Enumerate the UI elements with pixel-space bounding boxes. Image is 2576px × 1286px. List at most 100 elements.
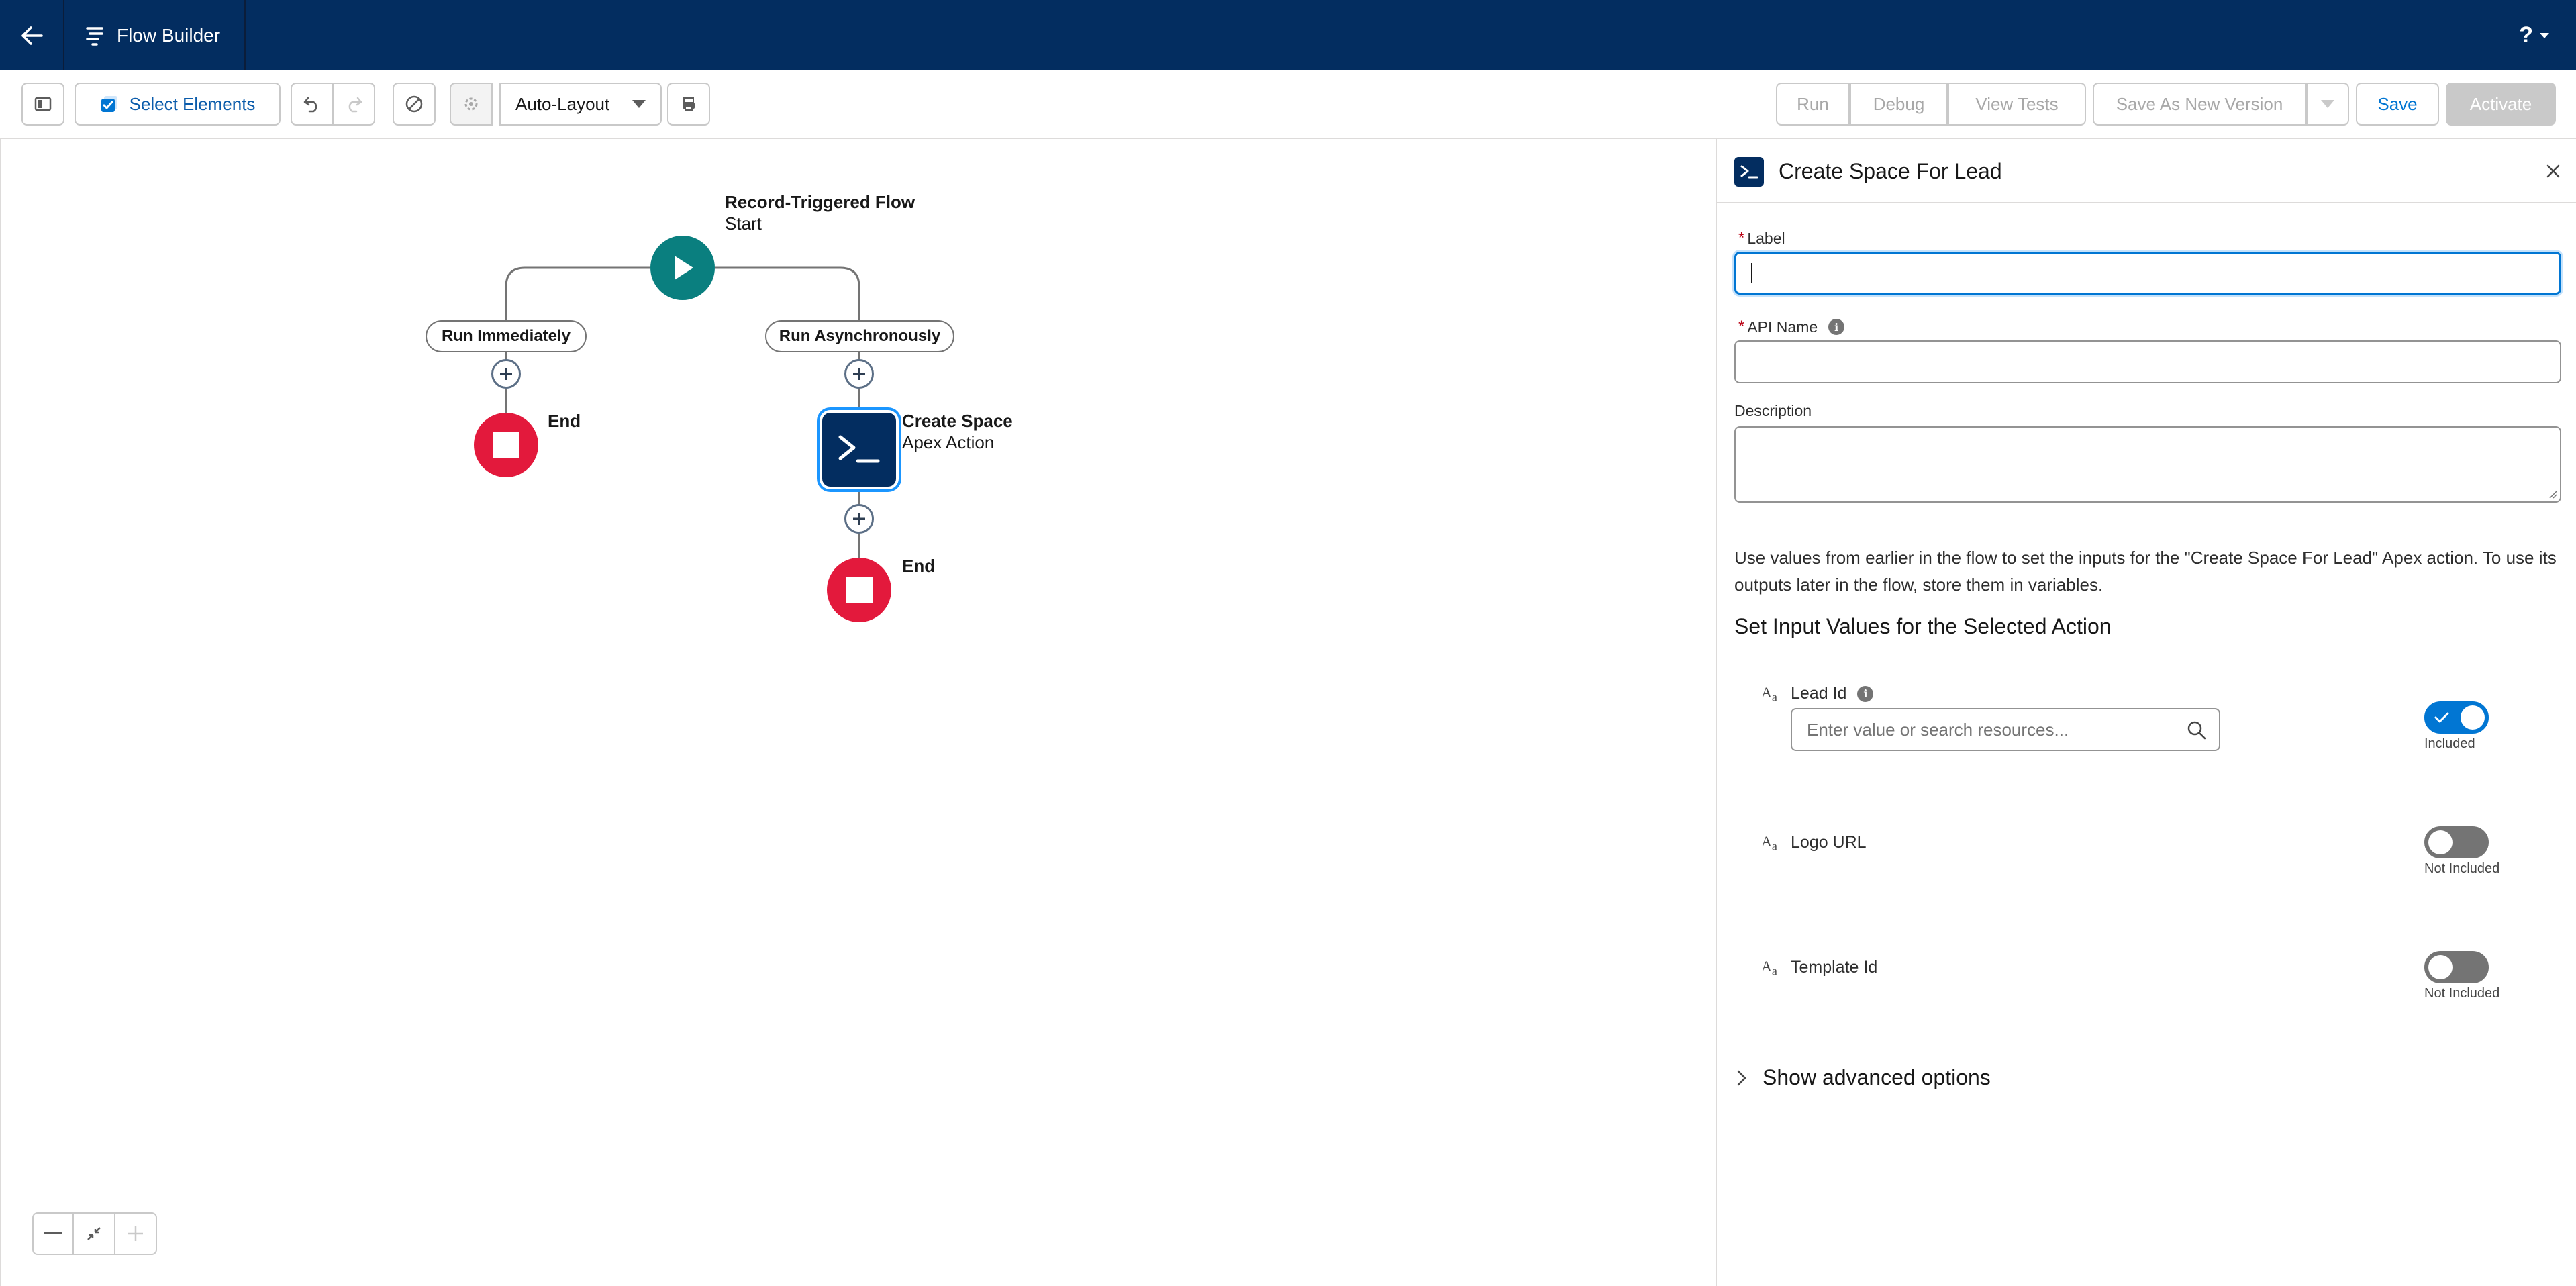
text-type-icon: Aa	[1761, 684, 1777, 704]
help-menu[interactable]: ?	[2519, 0, 2549, 70]
undo-button[interactable]	[291, 83, 334, 126]
required-marker: *	[1738, 317, 1745, 336]
label-field-label: * Label	[1738, 229, 1785, 248]
debug-label: Debug	[1873, 93, 1925, 114]
add-element-button[interactable]	[844, 504, 874, 534]
arrow-left-icon	[21, 26, 43, 45]
info-icon[interactable]: i	[1857, 685, 1874, 702]
param-name-text: Lead Id	[1791, 684, 1847, 703]
save-button[interactable]: Save	[2356, 83, 2439, 126]
description-textarea[interactable]	[1734, 426, 2561, 503]
flow-canvas[interactable]: Record-Triggered Flow Start Run Immediat…	[0, 139, 1716, 1286]
end-node[interactable]	[827, 558, 891, 622]
start-node[interactable]	[650, 236, 715, 300]
resize-handle-icon[interactable]	[2548, 489, 2557, 499]
debug-button[interactable]: Debug	[1850, 83, 1948, 126]
apex-action-icon	[1734, 157, 1764, 187]
end-node-label: End	[902, 556, 936, 576]
layout-settings-button[interactable]	[450, 83, 493, 126]
path-label-text: Run Asynchronously	[779, 327, 941, 345]
lead-id-status: Included	[2424, 736, 2475, 751]
redo-icon	[348, 97, 362, 113]
layout-select[interactable]: Auto-Layout	[499, 83, 662, 126]
zoom-out-button[interactable]	[32, 1212, 74, 1255]
close-icon	[2546, 164, 2560, 178]
text-type-icon: Aa	[1761, 833, 1777, 853]
apex-action-text: Create Space Apex Action	[902, 410, 1013, 453]
close-button[interactable]	[2541, 159, 2565, 183]
save-options-button[interactable]	[2306, 83, 2349, 126]
param-template-id-label: Template Id	[1791, 958, 1877, 977]
label-field-text: Label	[1747, 229, 1785, 247]
description-field-label: Description	[1734, 402, 1812, 420]
prohibited-icon	[405, 95, 423, 113]
undo-icon	[303, 97, 317, 113]
logo-url-include-toggle[interactable]	[2424, 826, 2489, 858]
apex-action-node[interactable]	[822, 413, 896, 487]
lead-id-resource-input[interactable]: Enter value or search resources...	[1791, 708, 2220, 751]
plus-icon	[853, 368, 865, 380]
print-icon	[683, 97, 695, 111]
chevron-down-icon	[2321, 100, 2334, 108]
plus-icon	[500, 368, 512, 380]
start-node-subtitle: Start	[725, 213, 762, 234]
path-label-run-immediately[interactable]: Run Immediately	[426, 320, 587, 352]
chevron-down-icon	[2540, 32, 2549, 38]
end-node[interactable]	[474, 413, 538, 477]
check-icon	[2434, 712, 2449, 723]
errors-button[interactable]	[393, 83, 436, 126]
terminal-icon	[838, 435, 880, 463]
start-node-text: Record-Triggered Flow Start	[725, 191, 915, 234]
contract-icon	[87, 1227, 101, 1240]
info-icon[interactable]: i	[1828, 319, 1845, 335]
toggle-toolbox-button[interactable]	[21, 83, 64, 126]
minus-icon	[44, 1232, 62, 1234]
layout-select-value: Auto-Layout	[515, 93, 610, 114]
lead-id-include-toggle[interactable]	[2424, 701, 2489, 734]
fit-view-button[interactable]	[74, 1212, 115, 1255]
end-node-label: End	[548, 411, 581, 431]
param-logo-url-label: Logo URL	[1791, 833, 1867, 852]
resource-input-placeholder: Enter value or search resources...	[1807, 719, 2069, 740]
stop-icon	[493, 432, 519, 458]
help-text: Use values from earlier in the flow to s…	[1734, 548, 2557, 595]
chevron-down-icon	[632, 100, 646, 108]
run-button[interactable]: Run	[1776, 83, 1850, 126]
panel-title: Create Space For Lead	[1779, 159, 2002, 183]
gear-icon	[464, 97, 478, 111]
canvas-view-button[interactable]	[667, 83, 710, 126]
stop-icon	[846, 577, 873, 603]
text-type-icon: Aa	[1761, 958, 1777, 978]
view-tests-button[interactable]: View Tests	[1948, 83, 2086, 126]
save-as-new-version-label: Save As New Version	[2116, 93, 2283, 114]
toggle-knob	[2461, 705, 2485, 730]
start-node-title: Record-Triggered Flow	[725, 192, 915, 212]
view-tests-label: View Tests	[1975, 93, 2059, 114]
flow-connectors	[505, 266, 860, 562]
select-elements-label: Select Elements	[129, 93, 256, 114]
back-button[interactable]	[0, 0, 64, 70]
show-advanced-options-toggle[interactable]: Show advanced options	[1734, 1065, 1991, 1090]
api-name-input[interactable]	[1734, 340, 2561, 383]
properties-panel: Create Space For Lead * Label * API Name…	[1716, 139, 2576, 1286]
toolbar: Select Elements Auto-Layout Run Debug Vi…	[0, 70, 2576, 139]
zoom-in-button[interactable]	[115, 1212, 157, 1255]
add-element-button[interactable]	[491, 359, 521, 389]
path-label-run-asynchronously[interactable]: Run Asynchronously	[765, 320, 954, 352]
play-icon	[675, 256, 693, 280]
run-label: Run	[1797, 93, 1829, 114]
app-header: Flow Builder ?	[0, 0, 2576, 70]
chevron-right-icon	[1737, 1070, 1746, 1085]
api-name-field-text: API Name	[1747, 317, 1818, 336]
plus-icon	[853, 513, 865, 525]
api-name-field-label: * API Name i	[1738, 317, 1845, 336]
save-as-new-version-button[interactable]: Save As New Version	[2093, 83, 2306, 126]
apex-action-title: Create Space	[902, 411, 1013, 431]
app-switcher[interactable]: Flow Builder	[64, 0, 246, 70]
select-elements-button[interactable]: Select Elements	[75, 83, 281, 126]
activate-button[interactable]: Activate	[2446, 83, 2556, 126]
add-element-button[interactable]	[844, 359, 874, 389]
label-input[interactable]	[1734, 252, 2561, 295]
redo-button[interactable]	[334, 83, 375, 126]
template-id-include-toggle[interactable]	[2424, 951, 2489, 983]
